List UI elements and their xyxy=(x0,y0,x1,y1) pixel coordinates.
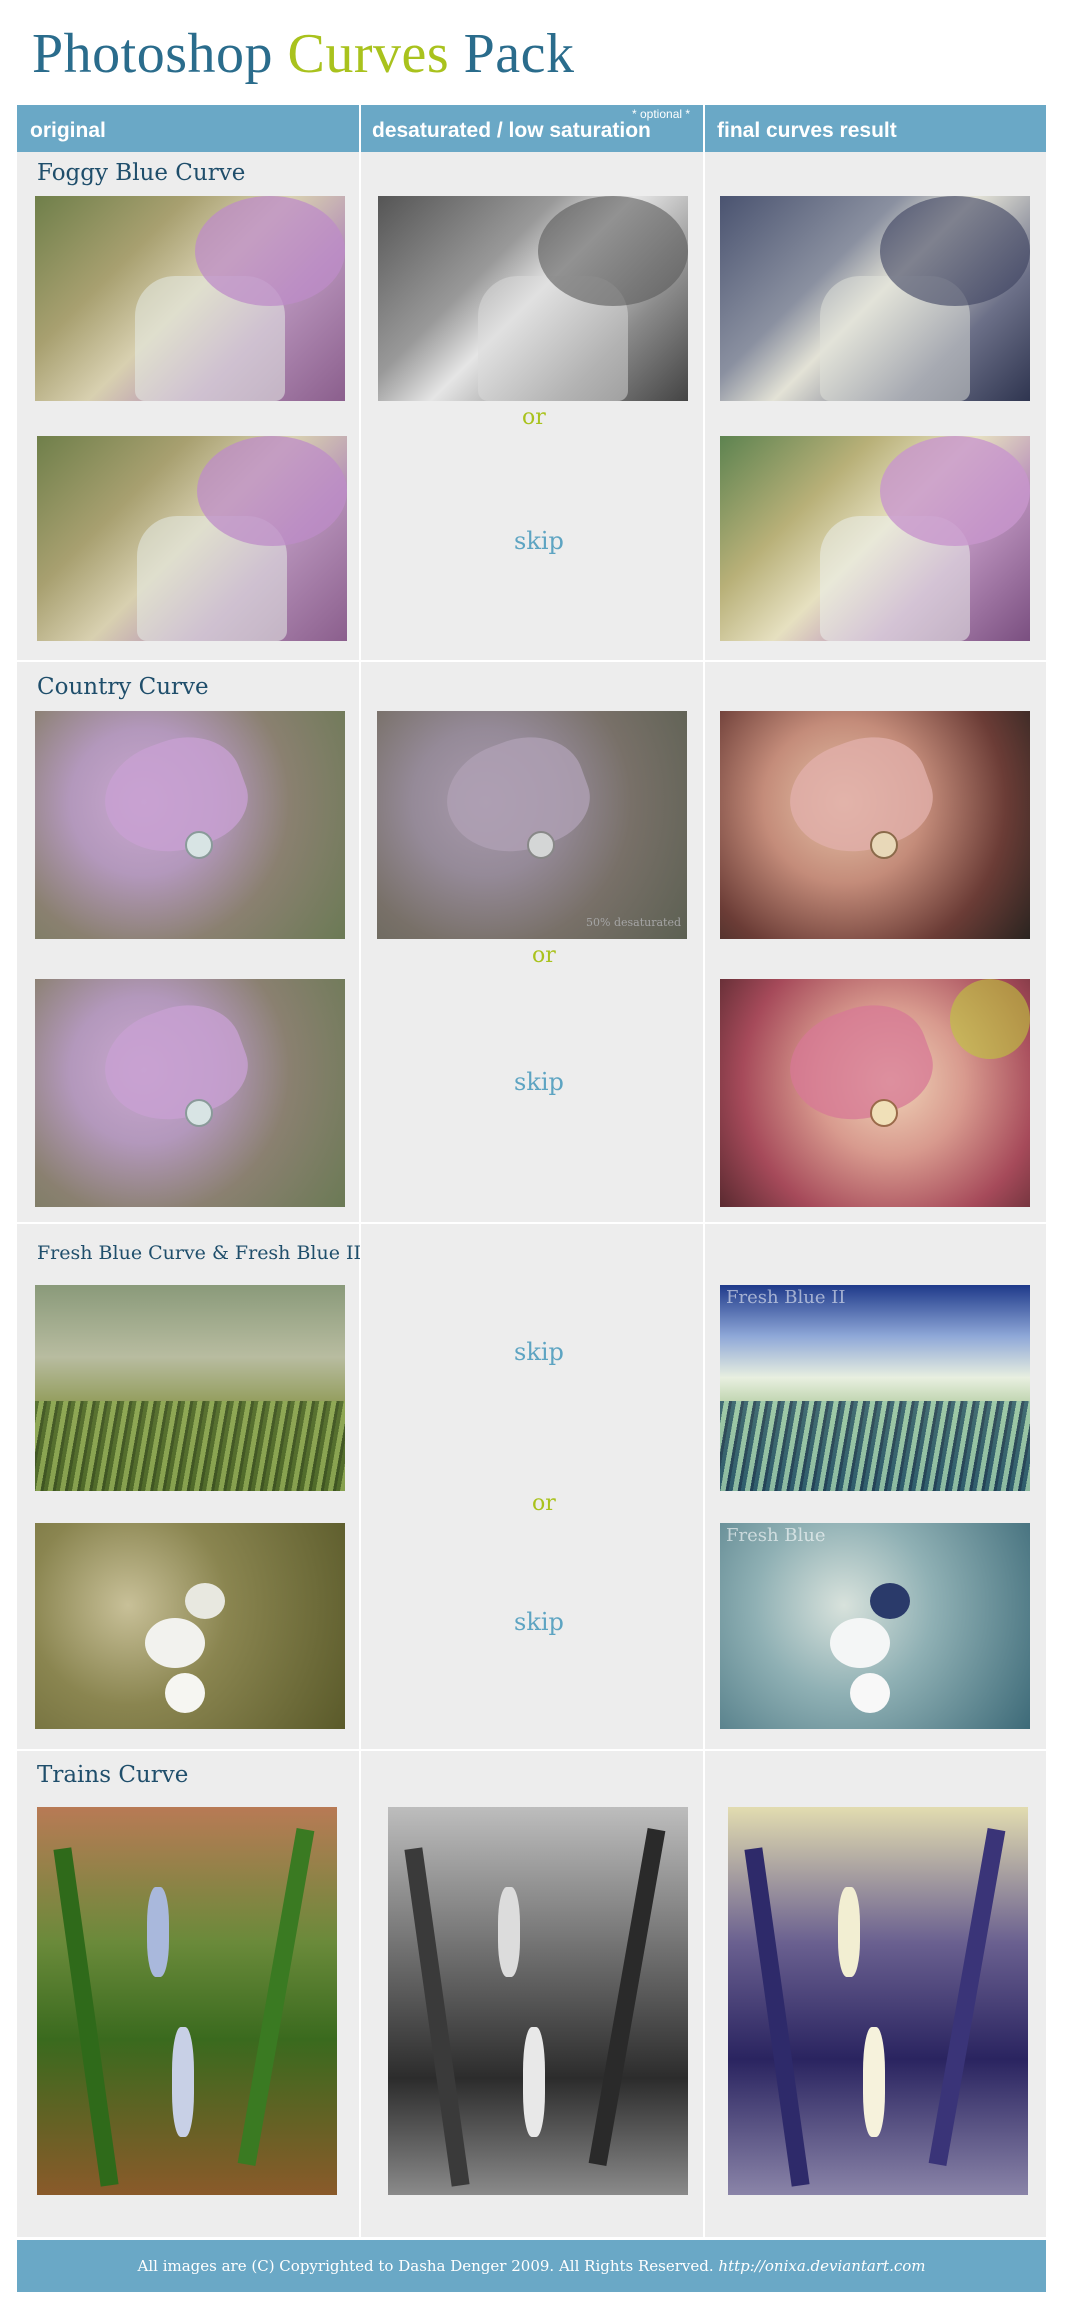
table-header: original desaturated / low saturation * … xyxy=(17,105,1046,152)
fresh-blue-caption: Fresh Blue xyxy=(726,1525,826,1546)
row-divider xyxy=(17,1222,1046,1224)
photo-flower-country xyxy=(720,711,1030,939)
photo-hyacinth-desaturated xyxy=(388,1807,688,2195)
photo-lilac-desaturated xyxy=(378,196,688,401)
photo-lilac-result-2 xyxy=(720,436,1030,641)
fresh-blue-ii-caption: Fresh Blue II xyxy=(726,1287,846,1308)
section-title-foggy-blue: Foggy Blue Curve xyxy=(37,160,246,186)
copyright-footer: All images are (C) Copyrighted to Dasha … xyxy=(17,2240,1046,2292)
desaturated-caption: 50% desaturated xyxy=(586,916,681,929)
photo-lilac-foggy-blue xyxy=(720,196,1030,401)
photo-flower-original xyxy=(35,711,345,939)
skip-label: skip xyxy=(514,1608,564,1636)
section-title-trains: Trains Curve xyxy=(37,1762,189,1788)
row-divider xyxy=(17,660,1046,662)
photo-flower-original-2 xyxy=(35,979,345,1207)
section-title-fresh-blue: Fresh Blue Curve & Fresh Blue II xyxy=(37,1242,362,1264)
section-title-country: Country Curve xyxy=(37,674,209,700)
header-original: original xyxy=(30,119,106,142)
photo-hyacinth-original xyxy=(37,1807,337,2195)
photo-blossom-fresh-blue: Fresh Blue xyxy=(720,1523,1030,1729)
skip-label: skip xyxy=(514,1338,564,1366)
photo-lilac-original xyxy=(35,196,345,401)
page-title: Photoshop Curves Pack xyxy=(32,23,575,85)
photo-grass-original xyxy=(35,1285,345,1491)
header-desaturated: desaturated / low saturation xyxy=(372,119,651,142)
photo-flower-result-2 xyxy=(720,979,1030,1207)
row-divider xyxy=(17,1749,1046,1751)
deviantart-link[interactable]: http://onixa.deviantart.com xyxy=(718,2257,925,2275)
photo-hyacinth-trains xyxy=(728,1807,1028,2195)
header-final-result: final curves result xyxy=(717,119,897,142)
column-divider xyxy=(359,105,361,2237)
or-label: or xyxy=(522,405,546,430)
copyright-text: All images are (C) Copyrighted to Dasha … xyxy=(137,2257,926,2275)
skip-label: skip xyxy=(514,1068,564,1096)
photo-lilac-original-2 xyxy=(37,436,347,641)
photo-grass-fresh-blue-ii: Fresh Blue II xyxy=(720,1285,1030,1491)
photo-flower-desaturated: 50% desaturated xyxy=(377,711,687,939)
or-label: or xyxy=(532,943,556,968)
optional-note: * optional * xyxy=(632,107,691,121)
or-label: or xyxy=(532,1491,556,1516)
skip-label: skip xyxy=(514,527,564,555)
photo-blossom-original xyxy=(35,1523,345,1729)
column-divider xyxy=(703,105,705,2237)
